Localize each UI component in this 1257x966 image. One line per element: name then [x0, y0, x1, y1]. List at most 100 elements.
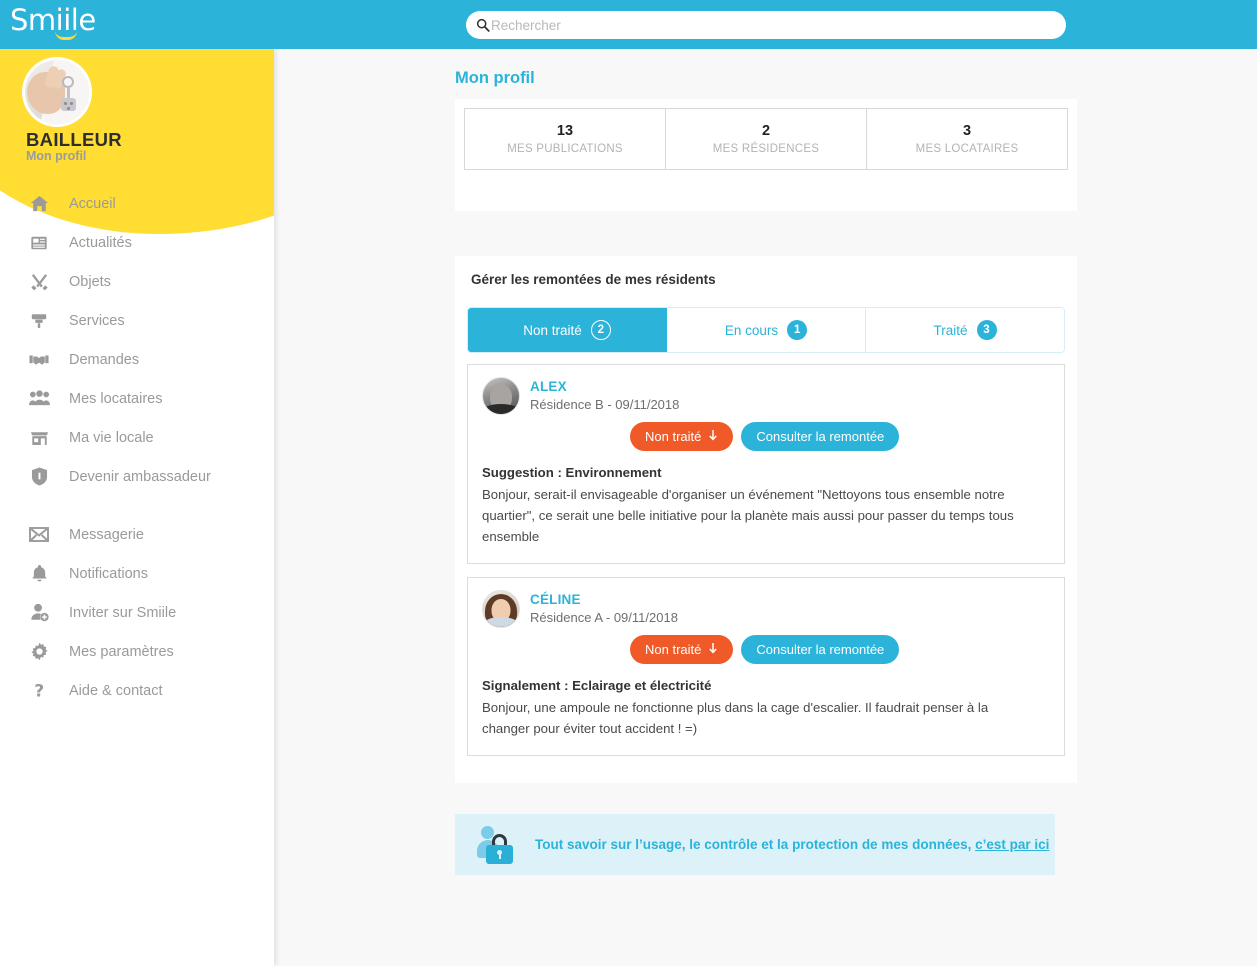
- tab-label: Traité: [933, 322, 968, 338]
- sidebar-label: Mes locataires: [69, 390, 163, 407]
- sidebar-label: Inviter sur Smiile: [69, 604, 177, 621]
- arrow-down-icon: [708, 429, 718, 444]
- sidebar-item-accueil[interactable]: Accueil: [0, 184, 274, 223]
- remontee-card: ALEX Résidence B - 09/11/2018 Non traité: [467, 364, 1065, 564]
- status-dropdown-button[interactable]: Non traité: [630, 422, 734, 451]
- sidebar-label: Actualités: [69, 234, 132, 251]
- card-identity: ALEX Résidence B - 09/11/2018: [530, 377, 679, 415]
- sidebar-item-services[interactable]: Services: [0, 301, 274, 340]
- sidebar-item-objets[interactable]: Objets: [0, 262, 274, 301]
- user-lock-icon: [477, 824, 515, 866]
- status-dropdown-button[interactable]: Non traité: [630, 635, 734, 664]
- stat-mes-residences[interactable]: 2 MES RÉSIDENCES: [666, 109, 867, 169]
- privacy-message: Tout savoir sur l’usage, le contrôle et …: [535, 837, 972, 852]
- sidebar-label: Messagerie: [69, 526, 144, 543]
- resident-meta: Résidence A - 09/11/2018: [530, 610, 678, 625]
- remontee-body: Bonjour, une ampoule ne fonctionne plus …: [482, 700, 989, 736]
- privacy-text-wrap: Tout savoir sur l’usage, le contrôle et …: [535, 837, 1049, 852]
- sidebar-item-notifications[interactable]: Notifications: [0, 554, 274, 593]
- tab-non-traite[interactable]: Non traité 2: [468, 308, 667, 352]
- privacy-banner: Tout savoir sur l’usage, le contrôle et …: [455, 814, 1055, 875]
- users-icon: [27, 387, 51, 411]
- nav-divider-gap: [0, 496, 274, 515]
- avatar[interactable]: [482, 377, 520, 415]
- profile-subtitle: Mon profil: [26, 149, 87, 163]
- resident-name[interactable]: ALEX: [530, 378, 679, 395]
- bell-icon: [27, 562, 51, 586]
- sidebar-item-mes-parametres[interactable]: Mes paramètres: [0, 632, 274, 671]
- sidebar-item-messagerie[interactable]: Messagerie: [0, 515, 274, 554]
- sidebar-nav: Accueil Actualités Objets Services Deman…: [0, 184, 274, 710]
- sidebar-label: Services: [69, 312, 125, 329]
- sidebar-item-demandes[interactable]: Demandes: [0, 340, 274, 379]
- sidebar-item-ma-vie-locale[interactable]: Ma vie locale: [0, 418, 274, 457]
- status-label: Non traité: [645, 429, 702, 444]
- card-actions: Non traité Consulter la remontée: [630, 422, 1050, 451]
- sidebar-label: Mes paramètres: [69, 643, 174, 660]
- remontee-subject: Suggestion : Environnement: [482, 465, 662, 480]
- sidebar-label: Objets: [69, 273, 111, 290]
- remontee-body: Bonjour, serait-il envisageable d'organi…: [482, 487, 1014, 544]
- shop-icon: [27, 426, 51, 450]
- arrow-down-icon: [708, 642, 718, 657]
- smiile-logo[interactable]: Smiile: [10, 3, 102, 45]
- profile-name: BAILLEUR: [26, 129, 122, 150]
- stats-row: 13 MES PUBLICATIONS 2 MES RÉSIDENCES 3 M…: [464, 108, 1068, 170]
- resident-name[interactable]: CÉLINE: [530, 591, 678, 608]
- tab-traite[interactable]: Traité 3: [866, 308, 1064, 352]
- sidebar-item-aide-contact[interactable]: ? Aide & contact: [0, 671, 274, 710]
- consult-button[interactable]: Consulter la remontée: [741, 422, 900, 451]
- privacy-link[interactable]: c’est par ici: [975, 837, 1049, 852]
- remontee-subject: Signalement : Eclairage et électricité: [482, 678, 712, 693]
- sidebar-item-inviter-sur-smiile[interactable]: Inviter sur Smiile: [0, 593, 274, 632]
- sidebar-label: Devenir ambassadeur: [69, 468, 211, 485]
- sidebar-label: Aide & contact: [69, 682, 163, 699]
- sidebar-label: Accueil: [69, 195, 116, 212]
- search-icon: [466, 18, 490, 32]
- consult-button[interactable]: Consulter la remontée: [741, 635, 900, 664]
- brush-icon: [27, 309, 51, 333]
- tab-count-badge: 1: [787, 320, 808, 340]
- home-icon: [27, 192, 51, 216]
- sidebar-item-actualites[interactable]: Actualités: [0, 223, 274, 262]
- search-input[interactable]: [490, 12, 1066, 38]
- stat-label: MES RÉSIDENCES: [712, 142, 820, 155]
- user-add-icon: [27, 601, 51, 625]
- stat-value: 2: [761, 122, 771, 139]
- card-header: ALEX Résidence B - 09/11/2018: [482, 377, 1050, 415]
- sidebar-label: Ma vie locale: [69, 429, 154, 446]
- stat-label: MES PUBLICATIONS: [507, 142, 623, 155]
- avatar[interactable]: [482, 590, 520, 628]
- search-bar[interactable]: [466, 11, 1066, 39]
- logo-smile-underline: [55, 31, 77, 40]
- sidebar-item-mes-locataires[interactable]: Mes locataires: [0, 379, 274, 418]
- tab-count-badge: 2: [590, 320, 611, 340]
- card-header: CÉLINE Résidence A - 09/11/2018: [482, 590, 1050, 628]
- main-content: Mon profil 13 MES PUBLICATIONS 2 MES RÉS…: [274, 49, 1257, 966]
- top-bar: Smiile: [0, 0, 1257, 49]
- avatar[interactable]: [22, 57, 92, 127]
- stat-value: 3: [962, 122, 972, 139]
- sidebar-label: Demandes: [69, 351, 140, 368]
- avatar-photo-keys: [25, 60, 89, 124]
- tab-en-cours[interactable]: En cours 1: [667, 308, 866, 352]
- remontee-card: CÉLINE Résidence A - 09/11/2018 Non trai…: [467, 577, 1065, 756]
- sidebar: BAILLEUR Mon profil Accueil Actualités O…: [0, 49, 274, 966]
- gear-icon: [27, 640, 51, 664]
- resident-meta: Résidence B - 09/11/2018: [530, 397, 680, 412]
- svg-text:?: ?: [34, 682, 44, 700]
- page-title: Mon profil: [455, 69, 535, 87]
- stat-mes-publications[interactable]: 13 MES PUBLICATIONS: [465, 109, 666, 169]
- question-icon: ?: [27, 679, 51, 703]
- stat-mes-locataires[interactable]: 3 MES LOCATAIRES: [867, 109, 1067, 169]
- remontees-panel: Gérer les remontées de mes résidents Non…: [455, 256, 1077, 783]
- handshake-icon: [27, 348, 51, 372]
- card-actions: Non traité Consulter la remontée: [630, 635, 1050, 664]
- status-label: Non traité: [645, 642, 702, 657]
- shield-icon: [27, 465, 51, 489]
- sidebar-item-devenir-ambassadeur[interactable]: Devenir ambassadeur: [0, 457, 274, 496]
- tab-label: En cours: [724, 322, 779, 338]
- stat-value: 13: [556, 122, 574, 139]
- stat-label: MES LOCATAIRES: [915, 142, 1019, 155]
- news-icon: [27, 231, 51, 255]
